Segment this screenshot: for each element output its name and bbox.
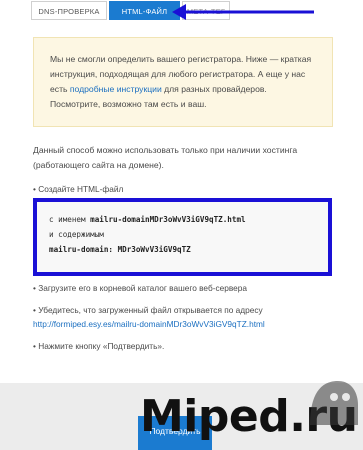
file-name-prefix: с именем (49, 215, 91, 224)
file-content-label: и содержимым (49, 230, 104, 239)
file-name: mailru-domainMDr3oWvV3iGV9qTZ.html (90, 215, 246, 224)
step-press-confirm: • Нажмите кнопку «Подтвердить». (33, 341, 165, 351)
file-name-line: с именем mailru-domainMDr3oWvV3iGV9qTZ.h… (49, 212, 328, 227)
file-url-link[interactable]: http://formiped.esy.es/mailru-domainMDr3… (33, 317, 265, 331)
annotation-arrow-icon (172, 4, 314, 20)
step-create-file: • Создайте HTML-файл (33, 184, 124, 194)
watermark-mascot-icon (310, 381, 358, 425)
file-content-box: с именем mailru-domainMDr3oWvV3iGV9qTZ.h… (33, 198, 332, 276)
step-check-file: • Убедитесь, что загруженный файл открыв… (33, 305, 263, 315)
file-content-value: mailru-domain: MDr3oWvV3iGV9qTZ (49, 245, 191, 254)
detailed-instructions-link[interactable]: подробные инструкции (70, 84, 162, 94)
hosting-intro-text: Данный способ можно использовать только … (33, 145, 298, 170)
tab-dns-check[interactable]: DNS-ПРОВЕРКА (31, 1, 107, 20)
registrar-notice: Мы не смогли определить вашего регистрат… (33, 37, 333, 127)
step-upload-file: • Загрузите его в корневой каталог вашег… (33, 283, 247, 293)
